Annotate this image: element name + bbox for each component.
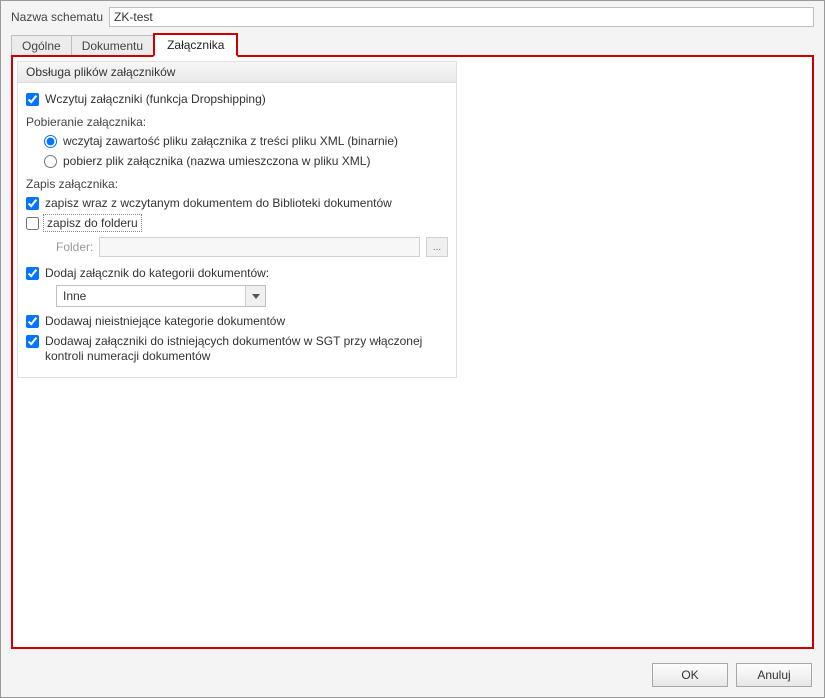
row-radio-binary: wczytaj zawartość pliku załącznika z tre… bbox=[26, 131, 448, 151]
tab-attachment[interactable]: Załącznika bbox=[153, 33, 238, 57]
add-to-existing-checkbox[interactable] bbox=[26, 335, 39, 348]
load-attachments-label: Wczytuj załączniki (funkcja Dropshipping… bbox=[45, 92, 266, 106]
ellipsis-icon: ... bbox=[433, 242, 441, 253]
row-save-with-doc: zapisz wraz z wczytanym dokumentem do Bi… bbox=[26, 193, 448, 213]
row-radio-fetch: pobierz plik załącznika (nazwa umieszczo… bbox=[26, 151, 448, 171]
schema-name-label: Nazwa schematu bbox=[11, 10, 103, 24]
add-category-label: Dodaj załącznik do kategorii dokumentów: bbox=[45, 266, 269, 280]
radio-binary-label: wczytaj zawartość pliku załącznika z tre… bbox=[63, 134, 398, 148]
download-heading: Pobieranie załącznika: bbox=[26, 109, 448, 131]
chevron-down-icon bbox=[252, 294, 260, 299]
row-add-missing-categories: Dodawaj nieistniejące kategorie dokument… bbox=[26, 311, 448, 331]
row-add-category: Dodaj załącznik do kategorii dokumentów: bbox=[26, 263, 448, 283]
folder-browse-button[interactable]: ... bbox=[426, 237, 448, 257]
row-add-to-existing: Dodawaj załączniki do istniejących dokum… bbox=[26, 331, 448, 367]
radio-fetch[interactable] bbox=[44, 155, 57, 168]
dialog-buttons: OK Anuluj bbox=[1, 655, 824, 697]
category-combo[interactable]: Inne bbox=[56, 285, 266, 307]
attachments-panel: Obsługa plików załączników Wczytuj załąc… bbox=[17, 61, 457, 378]
save-with-doc-checkbox[interactable] bbox=[26, 197, 39, 210]
save-heading: Zapis załącznika: bbox=[26, 171, 448, 193]
panel-body: Wczytuj załączniki (funkcja Dropshipping… bbox=[18, 83, 456, 377]
schema-row: Nazwa schematu bbox=[1, 1, 824, 31]
tab-general[interactable]: Ogólne bbox=[11, 35, 72, 56]
save-with-doc-label: zapisz wraz z wczytanym dokumentem do Bi… bbox=[45, 196, 392, 210]
save-to-folder-checkbox[interactable] bbox=[26, 217, 39, 230]
radio-binary[interactable] bbox=[44, 135, 57, 148]
folder-input bbox=[99, 237, 420, 257]
schema-name-input[interactable] bbox=[109, 7, 814, 27]
add-missing-categories-checkbox[interactable] bbox=[26, 315, 39, 328]
load-attachments-checkbox[interactable] bbox=[26, 93, 39, 106]
row-load-attachments: Wczytuj załączniki (funkcja Dropshipping… bbox=[26, 89, 448, 109]
add-missing-categories-label: Dodawaj nieistniejące kategorie dokument… bbox=[45, 314, 285, 328]
save-to-folder-label: zapisz do folderu bbox=[45, 216, 140, 230]
category-value: Inne bbox=[57, 286, 245, 306]
add-to-existing-label: Dodawaj załączniki do istniejących dokum… bbox=[45, 334, 448, 364]
folder-label: Folder: bbox=[56, 240, 93, 254]
panel-title: Obsługa plików załączników bbox=[18, 62, 456, 83]
dialog-window: Nazwa schematu Ogólne Dokumentu Załączni… bbox=[0, 0, 825, 698]
category-combo-button[interactable] bbox=[245, 286, 265, 306]
ok-button[interactable]: OK bbox=[652, 663, 728, 687]
radio-fetch-label: pobierz plik załącznika (nazwa umieszczo… bbox=[63, 154, 370, 168]
tabs: Ogólne Dokumentu Załącznika bbox=[1, 31, 824, 55]
folder-row: Folder: ... bbox=[26, 233, 448, 263]
row-save-to-folder: zapisz do folderu bbox=[26, 213, 448, 233]
tab-document[interactable]: Dokumentu bbox=[71, 35, 154, 56]
add-category-checkbox[interactable] bbox=[26, 267, 39, 280]
cancel-button[interactable]: Anuluj bbox=[736, 663, 812, 687]
tab-content: Obsługa plików załączników Wczytuj załąc… bbox=[11, 55, 814, 649]
